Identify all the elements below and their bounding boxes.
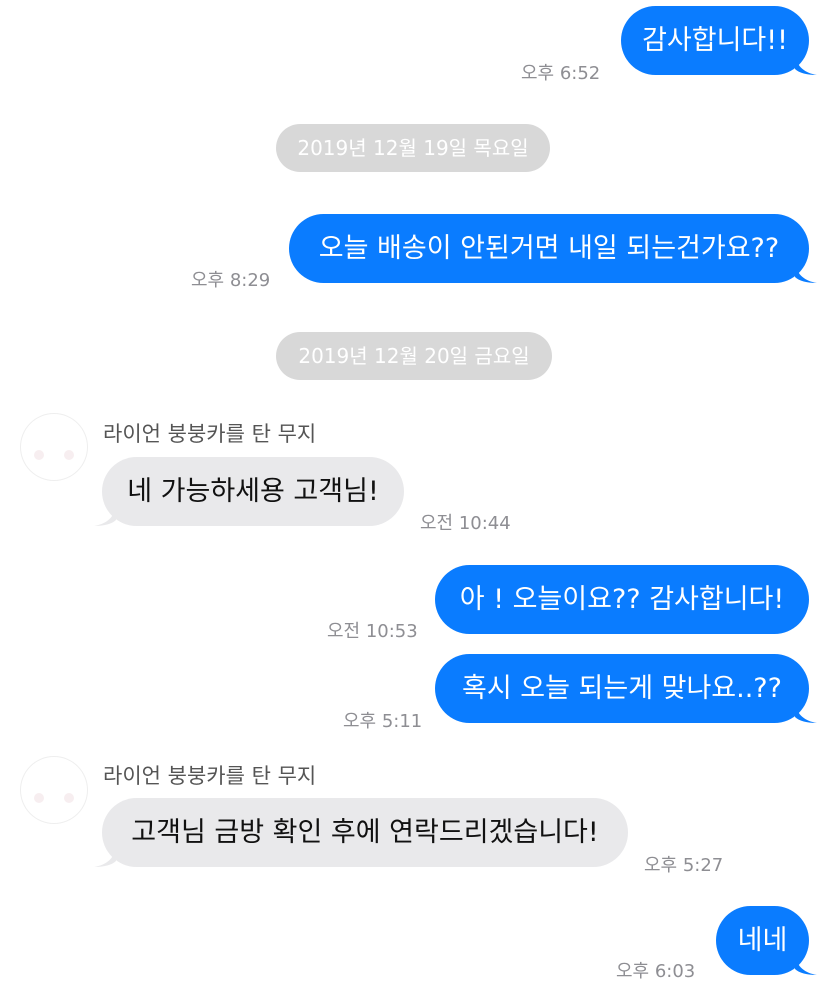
outgoing-message-bubble[interactable]: 오늘 배송이 안된거면 내일 되는건가요?? [289, 214, 817, 283]
sender-name: 라이언 붕붕카를 탄 무지 [103, 764, 317, 788]
message-text: 혹시 오늘 되는게 맞나요..?? [462, 673, 782, 704]
message-text: 오늘 배송이 안된거면 내일 되는건가요?? [318, 233, 780, 264]
avatar-decoration [64, 450, 74, 460]
bubble-tail-icon [795, 955, 817, 975]
sender-avatar[interactable] [21, 414, 87, 480]
outgoing-message-bubble[interactable]: 네네 [716, 906, 817, 975]
date-divider: 2019년 12월 19일 목요일 [276, 124, 550, 172]
incoming-message-bubble[interactable]: 고객님 금방 확인 후에 연락드리겠습니다! [94, 798, 628, 867]
avatar-decoration [64, 793, 74, 803]
message-timestamp: 오후 5:27 [644, 855, 724, 876]
outgoing-message-bubble[interactable]: 아 ! 오늘이요?? 감사합니다! [435, 565, 809, 634]
message-timestamp: 오전 10:44 [420, 513, 511, 534]
message-timestamp: 오후 5:11 [343, 711, 423, 732]
message-timestamp: 오후 6:52 [521, 63, 601, 84]
message-text: 네네 [737, 925, 788, 956]
sender-avatar[interactable] [21, 757, 87, 823]
sender-name: 라이언 붕붕카를 탄 무지 [103, 422, 317, 446]
avatar-decoration [34, 450, 44, 460]
bubble-tail-icon [94, 506, 116, 526]
bubble-tail-icon [795, 703, 817, 723]
message-text: 네 가능하세용 고객님! [127, 476, 379, 507]
message-timestamp: 오전 10:53 [327, 621, 418, 642]
outgoing-message-bubble[interactable]: 감사합니다!! [621, 6, 817, 75]
bubble-tail-icon [94, 847, 116, 867]
avatar-decoration [34, 793, 44, 803]
message-timestamp: 오후 6:03 [616, 961, 696, 982]
incoming-message-bubble[interactable]: 네 가능하세용 고객님! [94, 457, 404, 526]
bubble-tail-icon [795, 55, 817, 75]
message-text: 감사합니다!! [642, 25, 788, 56]
message-text: 고객님 금방 확인 후에 연락드리겠습니다! [131, 817, 599, 848]
message-timestamp: 오후 8:29 [191, 270, 271, 291]
message-text: 아 ! 오늘이요?? 감사합니다! [459, 584, 785, 615]
date-divider: 2019년 12월 20일 금요일 [276, 332, 552, 380]
bubble-tail-icon [795, 263, 817, 283]
outgoing-message-bubble[interactable]: 혹시 오늘 되는게 맞나요..?? [435, 654, 817, 723]
